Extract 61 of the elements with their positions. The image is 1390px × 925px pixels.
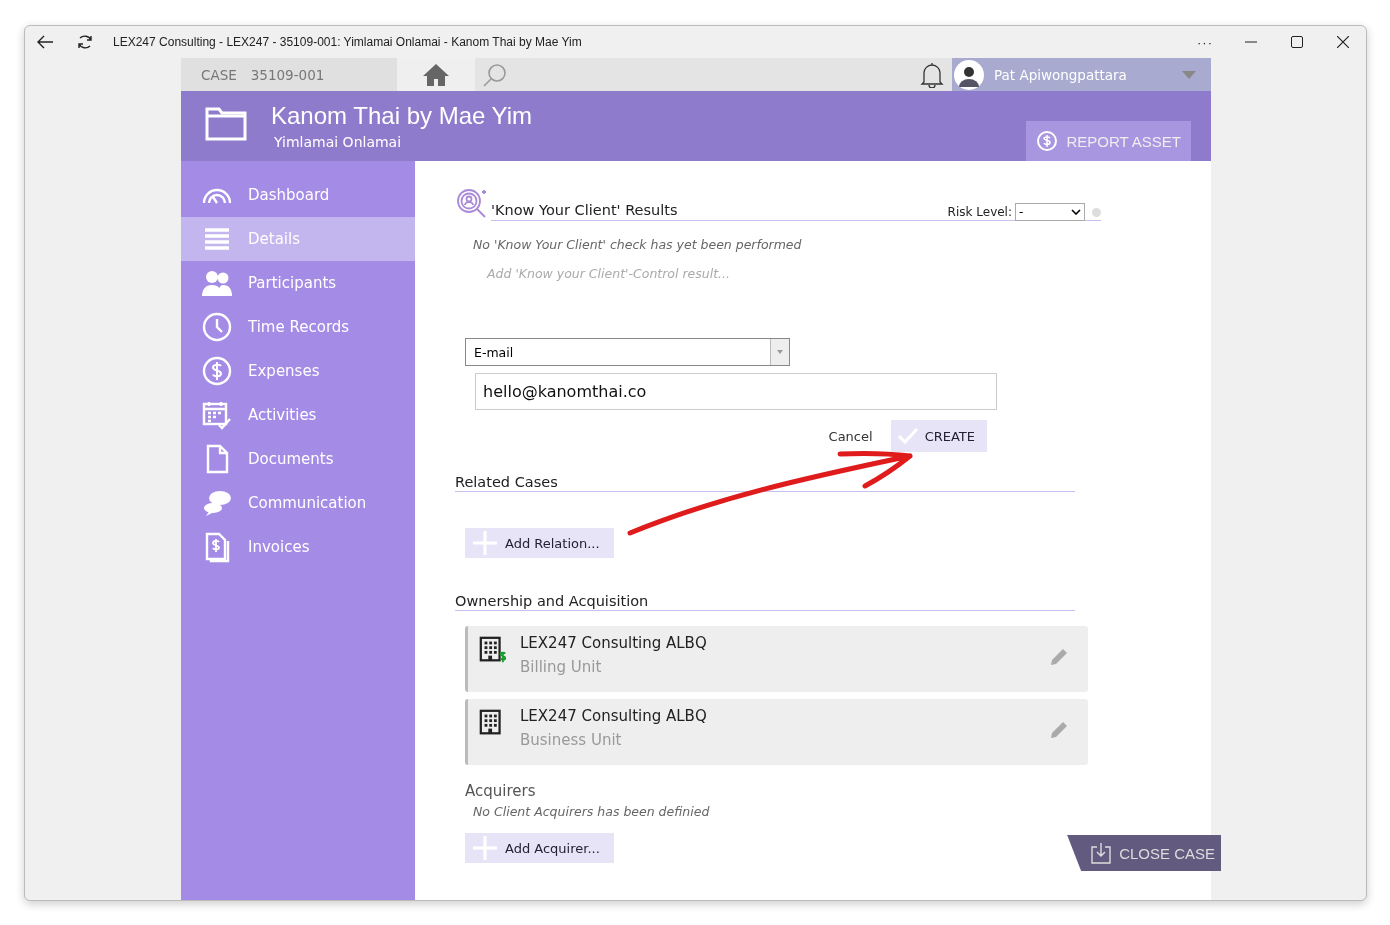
user-menu[interactable]: Pat Apiwongpattara: [952, 58, 1211, 91]
report-asset-button[interactable]: REPORT ASSET: [1025, 121, 1191, 161]
sidebar-item[interactable]: Communication: [181, 481, 415, 525]
caret-icon: [1182, 70, 1196, 79]
empty-note: No Client Acquirers has been definied: [473, 804, 711, 819]
sidebar-item[interactable]: Dashboard: [181, 173, 415, 217]
unit-role: Billing Unit: [520, 658, 603, 676]
sidebar-item[interactable]: Participants: [181, 261, 415, 305]
pencil-icon: [1048, 719, 1070, 741]
unit-name: LEX247 Consulting ALBQ: [520, 707, 708, 725]
case-number: 35109-001: [250, 66, 325, 83]
plus-icon: [473, 531, 497, 555]
calendar-icon: [201, 399, 233, 431]
download-icon: [1091, 842, 1112, 864]
case-label: CASE: [201, 66, 237, 83]
caret-icon: [1071, 209, 1081, 215]
clock-icon: [201, 311, 233, 343]
dollar-icon: [201, 355, 233, 387]
search-icon: [483, 62, 507, 87]
email-field[interactable]: hello@kanomthai.co: [475, 373, 997, 410]
acquirers-title: Acquirers: [465, 782, 537, 800]
section-title: Ownership and Acquisition: [455, 593, 1075, 611]
minimize-icon: [1245, 41, 1257, 43]
cancel-button[interactable]: Cancel: [828, 428, 873, 444]
sidebar-item[interactable]: Details: [181, 217, 415, 261]
refresh-icon: [76, 33, 94, 51]
add-relation-button[interactable]: Add Relation...: [465, 528, 614, 558]
contact-type-select[interactable]: E-mail: [465, 338, 790, 366]
sidebar-item[interactable]: Documents: [181, 437, 415, 481]
unit-role: Business Unit: [520, 731, 623, 749]
sidebar-item[interactable]: Activities: [181, 393, 415, 437]
pencil-icon: [1048, 646, 1070, 668]
empty-note: No 'Know Your Client' check has yet been performed: [473, 237, 803, 252]
create-button[interactable]: CREATE: [890, 420, 987, 452]
close-icon: [1337, 36, 1349, 48]
add-result-link[interactable]: Add 'Know your Client'-Control result...: [487, 266, 730, 281]
home-icon: [422, 62, 450, 87]
plus-icon: [473, 836, 497, 860]
add-acquirer-button[interactable]: Add Acquirer...: [465, 833, 614, 863]
folder-icon: [205, 105, 247, 141]
risk-level-label: Risk Level:: [947, 205, 1012, 219]
home-button[interactable]: [397, 58, 475, 91]
sidebar-item[interactable]: Invoices: [181, 525, 415, 569]
sidebar-item[interactable]: Expenses: [181, 349, 415, 393]
avatar-icon: [954, 59, 984, 90]
status-dot-icon: [1092, 208, 1101, 217]
section-title: Related Cases: [455, 474, 1075, 492]
unit-name: LEX247 Consulting ALBQ: [520, 634, 708, 652]
case-subtitle: Yimlamai Onlamai: [274, 134, 403, 150]
bell-icon: [920, 61, 944, 88]
risk-level-select[interactable]: -: [1015, 203, 1085, 221]
window-title: LEX247 Consulting - LEX247 - 35109-001: Yimlamai Onlamai - Kanom Thai by Mae Yim: [113, 35, 583, 49]
close-case-button[interactable]: CLOSE CASE: [1067, 835, 1221, 871]
check-icon: [896, 427, 919, 445]
case-title: Kanom Thai by Mae Yim: [271, 102, 533, 130]
more-button[interactable]: ···: [1182, 33, 1228, 51]
dollar-icon: [1035, 130, 1058, 152]
sidebar-item[interactable]: Time Records: [181, 305, 415, 349]
caret-icon: [777, 350, 783, 354]
back-arrow-icon: [36, 34, 54, 50]
maximize-icon: [1291, 36, 1303, 48]
